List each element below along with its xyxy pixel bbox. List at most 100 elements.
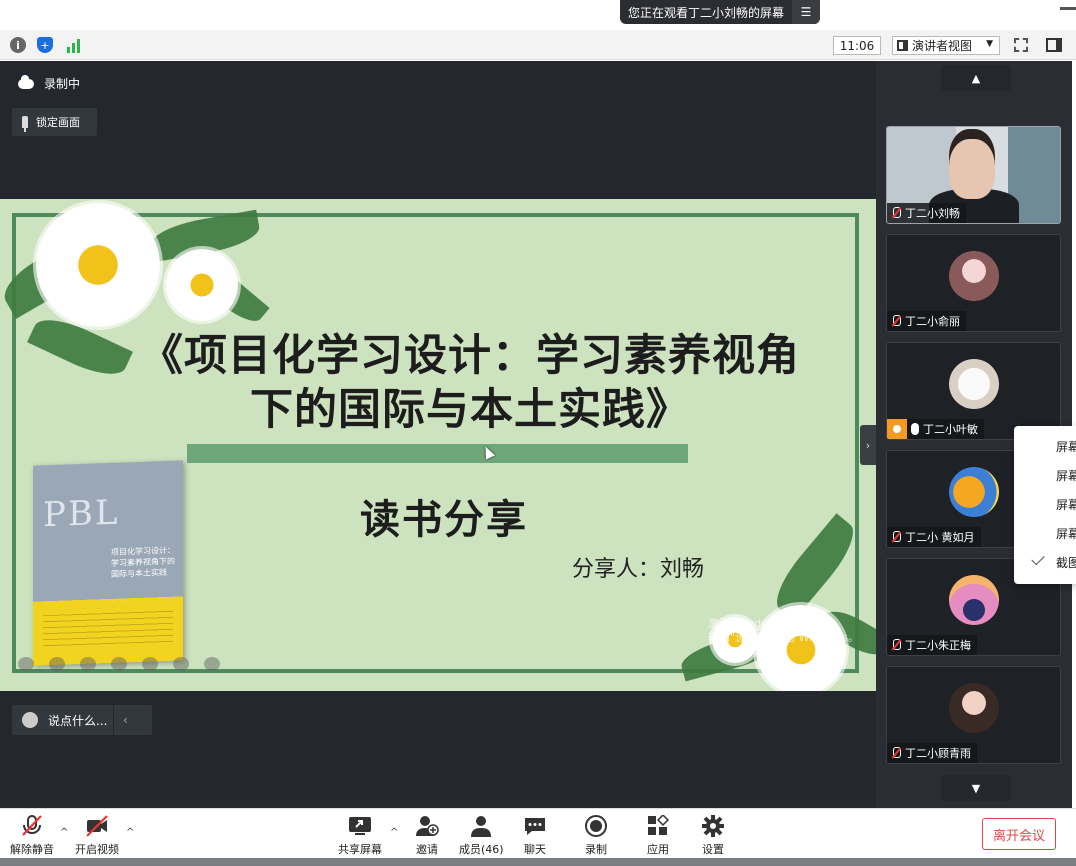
participant-tile[interactable]: 丁二小顾青雨 [886, 666, 1061, 764]
record-button[interactable]: 录制 [584, 815, 608, 857]
participant-name-tag: 丁二小刘畅 [887, 203, 966, 223]
book-cover-band [43, 605, 173, 651]
menu-item-screen[interactable]: 屏幕 [1014, 490, 1076, 519]
subtitle-icon[interactable] [173, 657, 189, 671]
participant-name: 丁二小刘畅 [905, 207, 960, 220]
avatar [949, 683, 999, 733]
lock-view-label: 锁定画面 [36, 116, 80, 129]
chat-button[interactable]: 聊天 [523, 815, 547, 857]
signal-icon[interactable] [65, 37, 81, 53]
watermark-line: 转到"设置"以激活 Windows。 [708, 631, 859, 644]
lock-view-button[interactable]: 锁定画面 [12, 108, 97, 136]
participant-name: 丁二小朱正梅 [905, 639, 971, 652]
window-edge [1060, 0, 1076, 10]
invite-button[interactable]: 邀请 [415, 815, 439, 857]
meeting-time: 11:06 [833, 36, 881, 55]
chevron-up-icon[interactable]: ^ [60, 827, 68, 838]
members-icon [471, 816, 492, 837]
participant-name: 丁二小叶敏 [923, 423, 978, 436]
title-underline-bar [187, 444, 688, 463]
pen-icon[interactable] [80, 657, 96, 671]
gear-icon [702, 815, 724, 837]
slide-subtitle: 读书分享 [360, 497, 528, 543]
meeting-toolbar: i + 11:06 演讲者视图 ▼ [0, 30, 1076, 60]
slide-title: 《项目化学习设计：学习素养视角下的国际与本土实践》 [140, 331, 800, 435]
avatar [949, 467, 999, 517]
prev-slide-icon[interactable] [18, 657, 34, 671]
mic-muted-icon [891, 207, 901, 219]
participant-video [949, 139, 995, 199]
watermark-line: 激活 Windows [708, 617, 783, 630]
slideshow-controls [18, 657, 220, 671]
windows-activation-watermark: 激活 Windows 转到"设置"以激活 Windows。 [708, 617, 859, 645]
chat-icon [525, 818, 545, 835]
daisy-decoration [36, 203, 160, 327]
members-button[interactable]: 成员(46) [459, 815, 504, 857]
menu-item-screen[interactable]: 屏幕 [1014, 461, 1076, 490]
apps-icon [648, 815, 670, 835]
check-icon [1031, 551, 1045, 566]
participant-tile[interactable]: 丁二小刘畅 [886, 126, 1061, 224]
cloud-icon [18, 74, 34, 89]
chevron-up-icon[interactable]: ^ [126, 827, 134, 838]
chat-input[interactable]: 说点什么... ‹ [12, 705, 152, 735]
daisy-decoration [166, 249, 238, 321]
gallery-scroll-up-button[interactable]: ▲ [941, 65, 1011, 91]
participant-name-tag: 丁二小俞丽 [887, 311, 966, 331]
members-label: 成员(46) [459, 843, 504, 856]
menu-item-screenshot[interactable]: 截图 [1014, 548, 1076, 577]
apps-button[interactable]: 应用 [646, 815, 670, 857]
book-cover-image: PBL 项目化学习设计：学习素养视角下的国际与本土实践 [33, 460, 183, 666]
view-mode-label: 演讲者视图 [912, 39, 973, 53]
presentation-slide: PBL 项目化学习设计：学习素养视角下的国际与本土实践 《项目化学习设计：学习素… [0, 199, 876, 691]
share-screen-label: 共享屏幕 [338, 843, 382, 856]
camera-icon[interactable] [142, 657, 158, 671]
book-cover-pbl: PBL [43, 492, 120, 536]
view-mode-select[interactable]: 演讲者视图 ▼ [892, 36, 1000, 55]
start-video-button[interactable]: 开启视频 [75, 815, 119, 857]
next-slide-icon[interactable] [49, 657, 65, 671]
record-icon [585, 815, 607, 837]
mic-muted-icon [891, 531, 901, 543]
video-off-icon [86, 815, 108, 837]
apps-label: 应用 [647, 843, 669, 856]
book-cover-title: 项目化学习设计：学习素养视角下的国际与本土实践 [111, 545, 175, 579]
mic-muted-icon [891, 747, 901, 759]
share-screen-button[interactable]: 共享屏幕 [338, 815, 382, 857]
chevron-up-icon[interactable]: ^ [390, 827, 398, 838]
avatar [949, 359, 999, 409]
start-video-label: 开启视频 [75, 843, 119, 856]
top-strip: 您正在观看丁二小刘畅的屏幕 ☰ [0, 0, 1076, 30]
chat-label: 聊天 [524, 843, 546, 856]
mic-muted-icon [891, 315, 901, 327]
settings-button[interactable]: 设置 [701, 815, 725, 857]
chevron-down-icon: ▼ [986, 39, 993, 49]
leave-meeting-button[interactable]: 离开会议 [982, 818, 1056, 850]
host-badge-icon [887, 419, 907, 439]
screenshot-context-menu: 屏幕 屏幕 屏幕 屏幕 截图 [1014, 426, 1076, 584]
list-icon[interactable]: ☰ [792, 0, 820, 24]
sidebar-toggle-icon[interactable] [1046, 38, 1062, 52]
zoom-icon[interactable] [111, 657, 127, 671]
menu-item-screen[interactable]: 屏幕 [1014, 432, 1076, 461]
pin-icon [22, 116, 28, 132]
participant-name: 丁二小俞丽 [905, 315, 960, 328]
unmute-label: 解除静音 [10, 843, 54, 856]
slide-presenter: 分享人：刘畅 [572, 557, 705, 582]
os-taskbar [0, 858, 1076, 866]
unmute-button[interactable]: 解除静音 [10, 815, 54, 857]
participant-name-tag: 丁二小 黄如月 [887, 527, 981, 547]
invite-label: 邀请 [416, 843, 438, 856]
info-icon[interactable]: i [10, 37, 26, 53]
more-icon[interactable] [204, 657, 220, 671]
fullscreen-icon[interactable] [1014, 38, 1028, 52]
gallery-scroll-down-button[interactable]: ▼ [941, 775, 1011, 801]
share-banner-text: 您正在观看丁二小刘畅的屏幕 [628, 5, 785, 20]
participant-tile[interactable]: 丁二小俞丽 [886, 234, 1061, 332]
participant-name-tag: 丁二小顾青雨 [887, 743, 977, 763]
gallery-collapse-handle[interactable]: › [860, 425, 876, 465]
emoji-icon[interactable] [22, 712, 38, 728]
shield-icon[interactable]: + [37, 37, 53, 53]
menu-item-screen[interactable]: 屏幕 [1014, 519, 1076, 548]
chevron-left-icon[interactable]: ‹ [114, 713, 136, 727]
